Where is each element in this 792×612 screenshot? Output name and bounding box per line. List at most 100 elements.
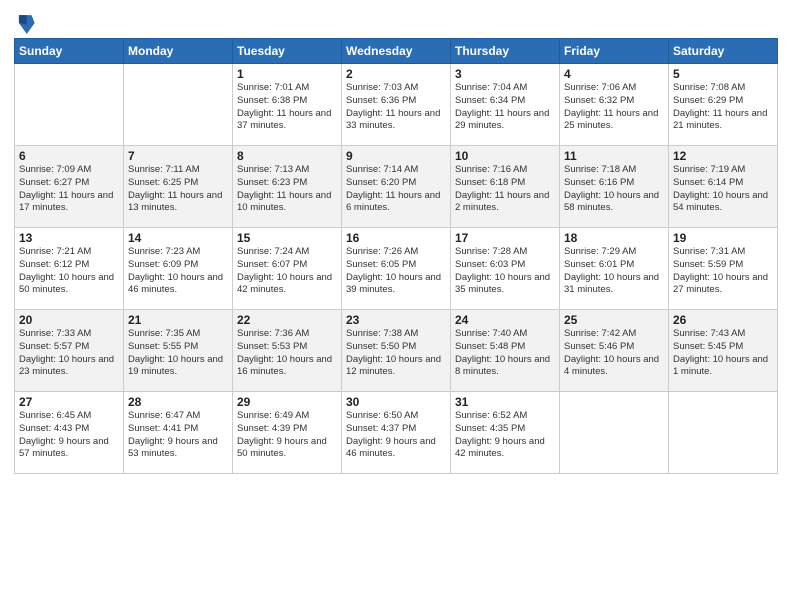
day-number: 24 (455, 313, 555, 327)
day-number: 14 (128, 231, 228, 245)
calendar-cell: 26Sunrise: 7:43 AM Sunset: 5:45 PM Dayli… (669, 310, 778, 392)
calendar-week-row: 6Sunrise: 7:09 AM Sunset: 6:27 PM Daylig… (15, 146, 778, 228)
calendar-cell: 22Sunrise: 7:36 AM Sunset: 5:53 PM Dayli… (233, 310, 342, 392)
calendar-cell: 25Sunrise: 7:42 AM Sunset: 5:46 PM Dayli… (560, 310, 669, 392)
calendar-weekday-header: Friday (560, 39, 669, 64)
day-info: Sunrise: 7:13 AM Sunset: 6:23 PM Dayligh… (237, 164, 337, 215)
day-info: Sunrise: 7:23 AM Sunset: 6:09 PM Dayligh… (128, 246, 228, 297)
logo (14, 14, 35, 34)
day-info: Sunrise: 7:08 AM Sunset: 6:29 PM Dayligh… (673, 82, 773, 133)
day-info: Sunrise: 6:49 AM Sunset: 4:39 PM Dayligh… (237, 410, 337, 461)
calendar-week-row: 27Sunrise: 6:45 AM Sunset: 4:43 PM Dayli… (15, 392, 778, 474)
calendar-cell: 11Sunrise: 7:18 AM Sunset: 6:16 PM Dayli… (560, 146, 669, 228)
day-info: Sunrise: 7:19 AM Sunset: 6:14 PM Dayligh… (673, 164, 773, 215)
calendar-cell: 10Sunrise: 7:16 AM Sunset: 6:18 PM Dayli… (451, 146, 560, 228)
day-info: Sunrise: 7:21 AM Sunset: 6:12 PM Dayligh… (19, 246, 119, 297)
day-number: 30 (346, 395, 446, 409)
day-number: 17 (455, 231, 555, 245)
day-number: 13 (19, 231, 119, 245)
day-info: Sunrise: 7:18 AM Sunset: 6:16 PM Dayligh… (564, 164, 664, 215)
header (14, 10, 778, 34)
day-number: 8 (237, 149, 337, 163)
day-info: Sunrise: 6:50 AM Sunset: 4:37 PM Dayligh… (346, 410, 446, 461)
calendar-cell: 28Sunrise: 6:47 AM Sunset: 4:41 PM Dayli… (124, 392, 233, 474)
day-info: Sunrise: 7:24 AM Sunset: 6:07 PM Dayligh… (237, 246, 337, 297)
day-number: 12 (673, 149, 773, 163)
calendar-cell: 5Sunrise: 7:08 AM Sunset: 6:29 PM Daylig… (669, 64, 778, 146)
calendar-cell: 9Sunrise: 7:14 AM Sunset: 6:20 PM Daylig… (342, 146, 451, 228)
calendar-week-row: 1Sunrise: 7:01 AM Sunset: 6:38 PM Daylig… (15, 64, 778, 146)
day-info: Sunrise: 6:45 AM Sunset: 4:43 PM Dayligh… (19, 410, 119, 461)
calendar-weekday-header: Sunday (15, 39, 124, 64)
day-info: Sunrise: 7:42 AM Sunset: 5:46 PM Dayligh… (564, 328, 664, 379)
calendar-cell: 24Sunrise: 7:40 AM Sunset: 5:48 PM Dayli… (451, 310, 560, 392)
calendar-cell: 17Sunrise: 7:28 AM Sunset: 6:03 PM Dayli… (451, 228, 560, 310)
day-number: 22 (237, 313, 337, 327)
calendar-weekday-header: Tuesday (233, 39, 342, 64)
day-info: Sunrise: 7:09 AM Sunset: 6:27 PM Dayligh… (19, 164, 119, 215)
day-info: Sunrise: 7:28 AM Sunset: 6:03 PM Dayligh… (455, 246, 555, 297)
day-info: Sunrise: 7:14 AM Sunset: 6:20 PM Dayligh… (346, 164, 446, 215)
calendar-cell: 31Sunrise: 6:52 AM Sunset: 4:35 PM Dayli… (451, 392, 560, 474)
page: SundayMondayTuesdayWednesdayThursdayFrid… (0, 0, 792, 612)
day-number: 3 (455, 67, 555, 81)
calendar-weekday-header: Wednesday (342, 39, 451, 64)
calendar-cell: 1Sunrise: 7:01 AM Sunset: 6:38 PM Daylig… (233, 64, 342, 146)
day-info: Sunrise: 7:03 AM Sunset: 6:36 PM Dayligh… (346, 82, 446, 133)
day-number: 19 (673, 231, 773, 245)
calendar-cell: 6Sunrise: 7:09 AM Sunset: 6:27 PM Daylig… (15, 146, 124, 228)
calendar-table: SundayMondayTuesdayWednesdayThursdayFrid… (14, 38, 778, 474)
calendar-weekday-header: Saturday (669, 39, 778, 64)
day-info: Sunrise: 7:16 AM Sunset: 6:18 PM Dayligh… (455, 164, 555, 215)
day-info: Sunrise: 7:11 AM Sunset: 6:25 PM Dayligh… (128, 164, 228, 215)
logo-icon (17, 12, 35, 34)
calendar-cell: 15Sunrise: 7:24 AM Sunset: 6:07 PM Dayli… (233, 228, 342, 310)
day-number: 18 (564, 231, 664, 245)
day-number: 5 (673, 67, 773, 81)
calendar-week-row: 13Sunrise: 7:21 AM Sunset: 6:12 PM Dayli… (15, 228, 778, 310)
calendar-week-row: 20Sunrise: 7:33 AM Sunset: 5:57 PM Dayli… (15, 310, 778, 392)
day-info: Sunrise: 7:26 AM Sunset: 6:05 PM Dayligh… (346, 246, 446, 297)
day-number: 1 (237, 67, 337, 81)
day-info: Sunrise: 7:31 AM Sunset: 5:59 PM Dayligh… (673, 246, 773, 297)
day-number: 7 (128, 149, 228, 163)
day-number: 16 (346, 231, 446, 245)
day-number: 9 (346, 149, 446, 163)
calendar-cell: 23Sunrise: 7:38 AM Sunset: 5:50 PM Dayli… (342, 310, 451, 392)
calendar-header-row: SundayMondayTuesdayWednesdayThursdayFrid… (15, 39, 778, 64)
calendar-cell: 21Sunrise: 7:35 AM Sunset: 5:55 PM Dayli… (124, 310, 233, 392)
calendar-weekday-header: Thursday (451, 39, 560, 64)
day-number: 27 (19, 395, 119, 409)
day-info: Sunrise: 7:40 AM Sunset: 5:48 PM Dayligh… (455, 328, 555, 379)
calendar-cell: 18Sunrise: 7:29 AM Sunset: 6:01 PM Dayli… (560, 228, 669, 310)
day-info: Sunrise: 7:06 AM Sunset: 6:32 PM Dayligh… (564, 82, 664, 133)
calendar-cell (124, 64, 233, 146)
day-number: 6 (19, 149, 119, 163)
day-number: 21 (128, 313, 228, 327)
calendar-cell: 13Sunrise: 7:21 AM Sunset: 6:12 PM Dayli… (15, 228, 124, 310)
calendar-cell (15, 64, 124, 146)
calendar-cell: 16Sunrise: 7:26 AM Sunset: 6:05 PM Dayli… (342, 228, 451, 310)
day-info: Sunrise: 7:36 AM Sunset: 5:53 PM Dayligh… (237, 328, 337, 379)
day-info: Sunrise: 6:47 AM Sunset: 4:41 PM Dayligh… (128, 410, 228, 461)
calendar-cell: 12Sunrise: 7:19 AM Sunset: 6:14 PM Dayli… (669, 146, 778, 228)
day-number: 4 (564, 67, 664, 81)
day-info: Sunrise: 7:01 AM Sunset: 6:38 PM Dayligh… (237, 82, 337, 133)
calendar-cell: 27Sunrise: 6:45 AM Sunset: 4:43 PM Dayli… (15, 392, 124, 474)
day-info: Sunrise: 7:33 AM Sunset: 5:57 PM Dayligh… (19, 328, 119, 379)
day-number: 31 (455, 395, 555, 409)
day-number: 23 (346, 313, 446, 327)
calendar-cell: 3Sunrise: 7:04 AM Sunset: 6:34 PM Daylig… (451, 64, 560, 146)
calendar-cell (669, 392, 778, 474)
day-info: Sunrise: 7:04 AM Sunset: 6:34 PM Dayligh… (455, 82, 555, 133)
calendar-cell: 4Sunrise: 7:06 AM Sunset: 6:32 PM Daylig… (560, 64, 669, 146)
calendar-cell: 2Sunrise: 7:03 AM Sunset: 6:36 PM Daylig… (342, 64, 451, 146)
day-info: Sunrise: 7:43 AM Sunset: 5:45 PM Dayligh… (673, 328, 773, 379)
day-number: 11 (564, 149, 664, 163)
day-number: 15 (237, 231, 337, 245)
calendar-cell: 14Sunrise: 7:23 AM Sunset: 6:09 PM Dayli… (124, 228, 233, 310)
calendar-cell: 19Sunrise: 7:31 AM Sunset: 5:59 PM Dayli… (669, 228, 778, 310)
day-info: Sunrise: 7:35 AM Sunset: 5:55 PM Dayligh… (128, 328, 228, 379)
day-number: 10 (455, 149, 555, 163)
day-number: 20 (19, 313, 119, 327)
